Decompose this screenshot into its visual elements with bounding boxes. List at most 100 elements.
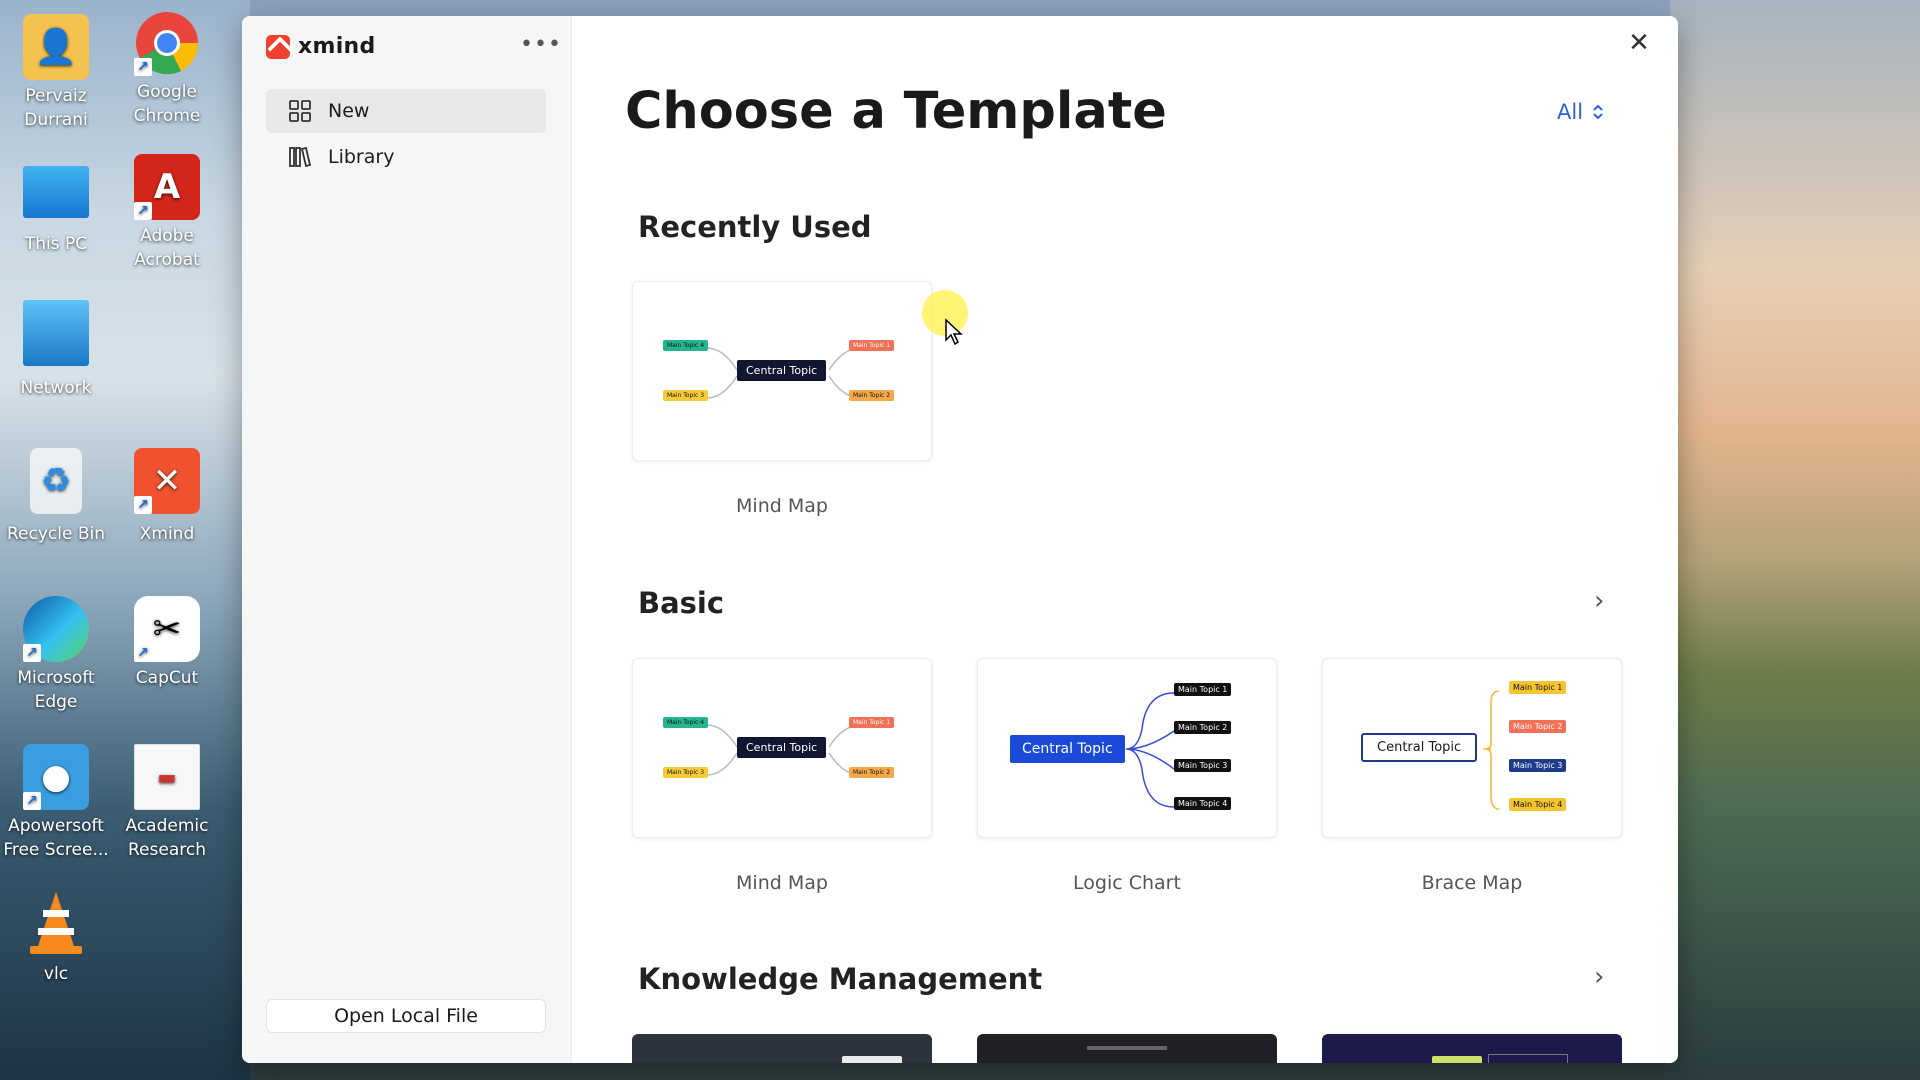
sidebar-item-label: Library [328,146,395,168]
sidebar-item-label: New [328,100,370,122]
page-title: Choose a Template [625,82,1167,141]
topic-node: Main Topic 3 [1174,759,1232,772]
desktop-icon-label: Pervaiz [25,86,87,106]
topic-node: Main Topic 1 [1509,681,1567,694]
section-title-knowledge-management: Knowledge Management [638,962,1043,996]
topic-node: Main Topic 3 [1509,759,1567,772]
template-card-logic-chart[interactable]: Central Topic Main Topic 1 Main Topic 2 … [977,658,1277,838]
desktop-icon-this-pc[interactable]: This PC [1,160,111,256]
library-icon [289,146,312,168]
central-topic-node: Central Topic [737,737,827,758]
desktop-icon-capcut[interactable]: ✂ ↗ CapCut [112,596,222,690]
template-card-brace-map[interactable]: Central Topic Main Topic 1 Main Topic 2 … [1322,658,1622,838]
template-card-label: Brace Map [1421,872,1523,894]
user-folder-icon: 👤 [23,14,89,80]
desktop-icon-recycle-bin[interactable]: ♻ Recycle Bin [1,448,111,546]
topic-node: Main Topic 2 [1174,721,1232,734]
template-card-label: Mind Map [736,872,828,894]
template-filter-select[interactable]: All [1557,100,1605,124]
section-title-recently-used: Recently Used [638,210,872,244]
mouse-pointer-icon [945,318,963,346]
topic-node: Main Topic 2 [849,767,895,778]
topic-node: Main Topic 4 [1174,797,1232,810]
desktop-icon-pervaiz[interactable]: 👤 Pervaiz Durrani [1,14,111,132]
acrobat-icon: A ↗ [134,154,200,220]
template-panel: ✕ Choose a Template All Recently Used Ce… [572,16,1678,1063]
thumbnail-node [1488,1054,1568,1063]
desktop-icon-label: Xmind [139,524,195,544]
desktop-icon-label: Google [137,82,197,102]
template-card-knowledge-2[interactable] [977,1034,1277,1063]
desktop-icon-label: Network [20,378,92,398]
document-icon: ▬ [134,744,200,810]
desktop-icon-label: vlc [43,964,69,984]
vlc-icon [23,890,89,956]
desktop-icon-network[interactable]: Network [1,300,111,400]
xmind-logo-icon [266,34,290,59]
thumbnail-node [842,1056,902,1063]
desktop-icon-label: Adobe [140,226,194,246]
desktop-wallpaper-right [1670,0,1920,1080]
desktop-icon-apowersoft[interactable]: ● ↗ Apowersoft Free Scree... [1,744,111,862]
xmind-window: xmind ••• New Library Open Local File ✕ … [242,16,1678,1063]
template-card-knowledge-1[interactable] [632,1034,932,1063]
close-button[interactable]: ✕ [1624,28,1654,58]
sidebar-item-library[interactable]: Library [266,135,546,179]
desktop-icon-vlc[interactable]: vlc [1,890,111,986]
topic-node: Main Topic 4 [663,717,709,728]
desktop-icon-label: Recycle Bin [6,524,105,544]
network-icon [23,300,89,366]
thumbnail-node [1087,1046,1167,1050]
app-name: xmind [298,34,376,59]
desktop-icon-xmind[interactable]: ✕ ↗ Xmind [112,448,222,546]
topic-node: Main Topic 2 [1509,720,1567,733]
desktop-icon-acrobat[interactable]: A ↗ Adobe Acrobat [112,154,222,272]
recycle-bin-icon: ♻ [30,448,82,514]
desktop-icon-label: Research [128,840,206,860]
central-topic-node: Central Topic [1361,733,1478,762]
sidebar-nav: New Library [266,89,546,181]
chrome-icon: ↗ [134,10,200,76]
monitor-icon [23,166,89,218]
topic-node: Main Topic 1 [849,340,895,351]
topic-node: Main Topic 3 [663,390,709,401]
sidebar: xmind ••• New Library Open Local File [242,16,572,1063]
desktop-icon-label: Apowersoft [8,816,104,836]
grid-icon [289,100,311,122]
edge-icon: ↗ [23,596,89,662]
desktop-icon-label: Durrani [24,110,88,130]
capcut-icon: ✂ ↗ [134,596,200,662]
open-local-file-button[interactable]: Open Local File [266,999,546,1033]
section-title-basic: Basic [638,586,725,620]
desktop-icon-label: This PC [24,234,88,254]
template-card-recent-mind-map[interactable]: Central Topic Main Topic 4 Main Topic 3 … [632,281,932,461]
more-options-button[interactable]: ••• [520,34,562,56]
topic-node: Main Topic 3 [663,767,709,778]
desktop-icon-academic-research[interactable]: ▬ Academic Research [112,744,222,862]
chevron-right-icon[interactable]: › [1594,962,1604,992]
topic-node: Main Topic 2 [849,390,895,401]
central-topic-node: Central Topic [737,360,827,381]
desktop-icon-label: Academic [125,816,209,836]
desktop-icon-chrome[interactable]: ↗ Google Chrome [112,10,222,128]
topic-node: Main Topic 4 [1509,798,1567,811]
desktop-icon-edge[interactable]: ↗ Microsoft Edge [1,596,111,714]
sidebar-item-new[interactable]: New [266,89,546,133]
topic-node: Main Topic 1 [1174,683,1232,696]
topic-node: Main Topic 1 [849,717,895,728]
app-brand: xmind [266,34,376,59]
central-topic-node: Central Topic [1010,735,1125,763]
xmind-icon: ✕ ↗ [134,448,200,514]
desktop-icon-label: Edge [34,692,78,712]
desktop-icon-label: CapCut [135,668,199,688]
apowersoft-icon: ● ↗ [23,744,89,810]
chevron-right-icon[interactable]: › [1594,586,1604,616]
topic-node: Main Topic 4 [663,340,709,351]
template-card-label: Logic Chart [1073,872,1181,894]
filter-value: All [1557,100,1584,124]
desktop-icon-label: Microsoft [17,668,95,688]
template-card-mind-map[interactable]: Central Topic Main Topic 4 Main Topic 3 … [632,658,932,838]
thumbnail-node [1432,1056,1482,1063]
template-card-knowledge-3[interactable] [1322,1034,1622,1063]
template-card-label: Mind Map [736,495,828,517]
